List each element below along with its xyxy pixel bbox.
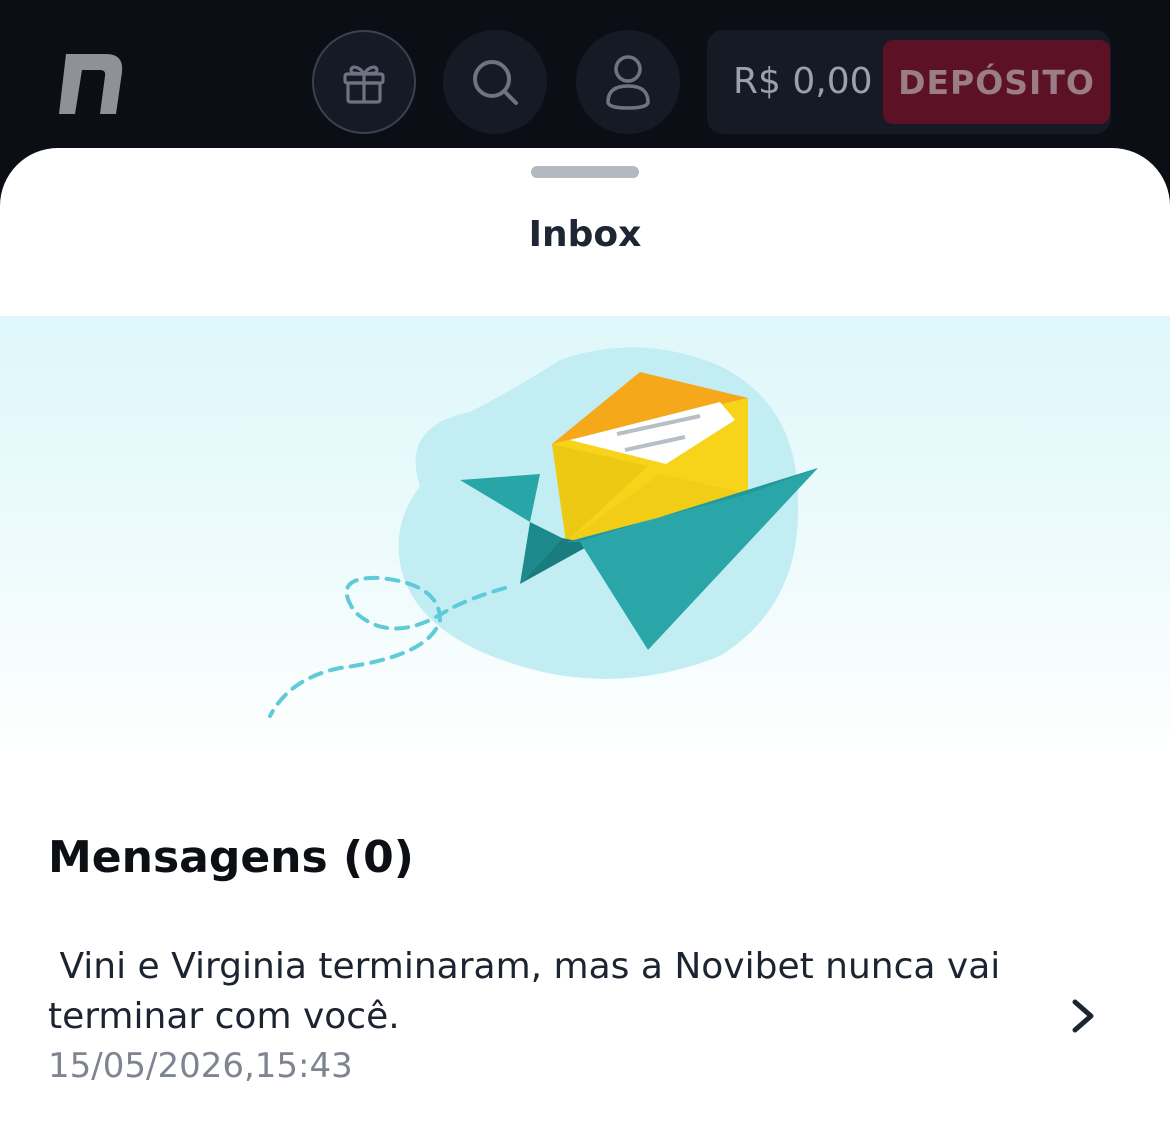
- top-bar: R$ 0,00 DEPÓSITO: [0, 0, 1170, 160]
- inbox-banner: [0, 316, 1170, 756]
- message-list-item[interactable]: Vini e Virginia terminaram, mas a Novibe…: [0, 928, 1170, 1088]
- messages-count-heading: Mensagens (0): [48, 832, 414, 883]
- gift-button[interactable]: [312, 30, 416, 134]
- sheet-drag-handle[interactable]: [531, 166, 639, 178]
- gift-icon: [343, 65, 385, 104]
- deposit-button[interactable]: DEPÓSITO: [883, 40, 1110, 124]
- search-button[interactable]: [443, 30, 547, 134]
- paper-plane-envelope-illustration: [268, 347, 818, 718]
- novibet-logo[interactable]: [56, 50, 126, 116]
- sheet-title: Inbox: [528, 214, 642, 255]
- message-date: 15/05/2026,15:43: [48, 1046, 353, 1086]
- inbox-sheet: Inbox Mensagens (0) Vini e Virginia term…: [0, 148, 1170, 1126]
- message-text: Vini e Virginia terminaram, mas a Novibe…: [48, 946, 1012, 1037]
- search-icon: [473, 60, 518, 105]
- profile-button[interactable]: [576, 30, 680, 134]
- user-icon: [606, 55, 650, 110]
- balance-amount: R$ 0,00: [733, 61, 873, 102]
- chevron-right-icon[interactable]: [1066, 996, 1100, 1036]
